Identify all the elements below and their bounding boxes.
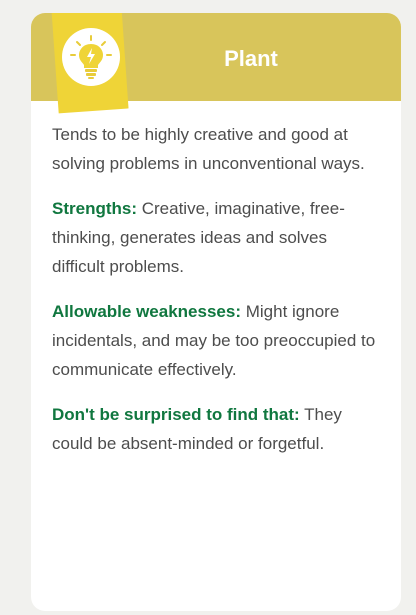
card-header: Plant — [31, 13, 401, 114]
weaknesses-paragraph: Allowable weaknesses: Might ignore incid… — [52, 297, 382, 384]
strengths-label: Strengths: — [52, 199, 137, 218]
role-card: Plant Tends to be highly creative and go… — [31, 13, 401, 611]
weaknesses-label: Allowable weaknesses: — [52, 302, 241, 321]
intro-text: Tends to be highly creative and good at … — [52, 125, 365, 173]
card-body: Tends to be highly creative and good at … — [52, 120, 382, 474]
surprise-paragraph: Don't be surprised to find that: They co… — [52, 400, 382, 458]
lightbulb-icon — [61, 27, 121, 87]
strengths-paragraph: Strengths: Creative, imaginative, free-t… — [52, 194, 382, 281]
surprise-label: Don't be surprised to find that: — [52, 405, 300, 424]
card-title: Plant — [224, 46, 278, 71]
